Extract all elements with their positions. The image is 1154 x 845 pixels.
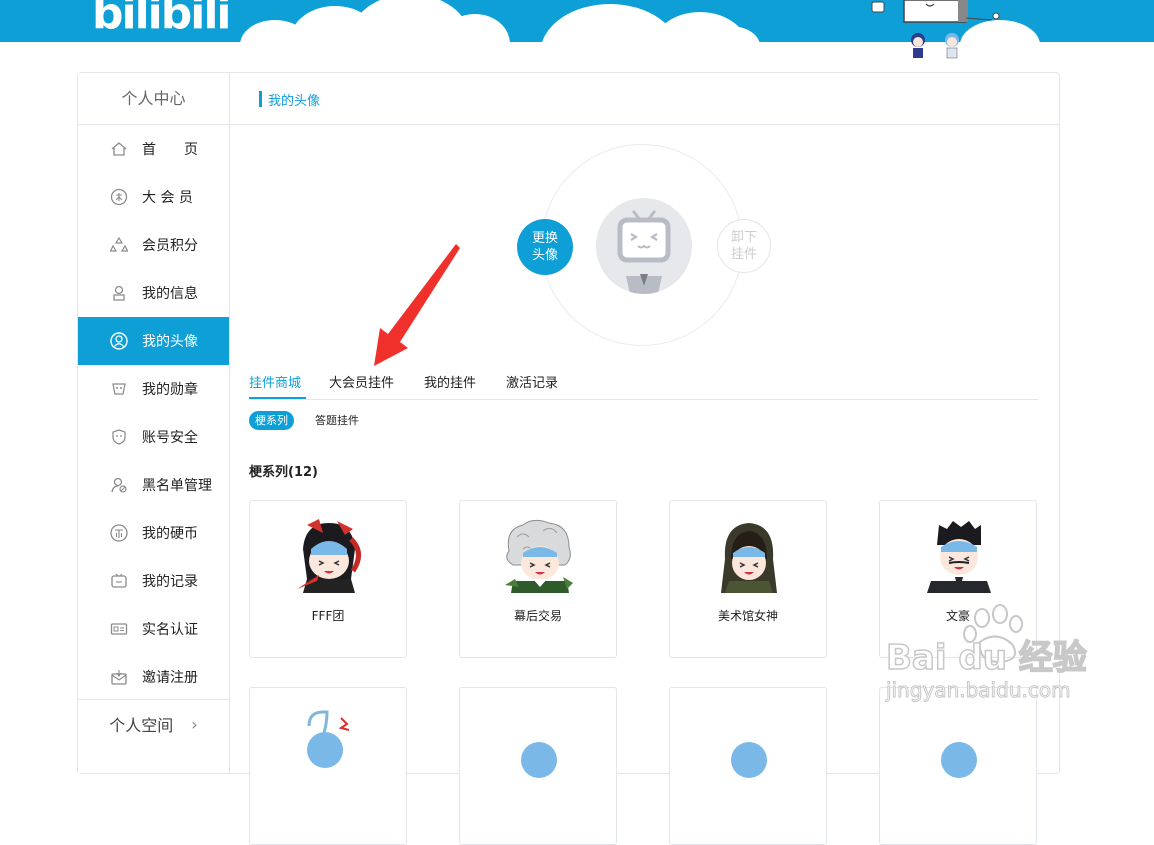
sidebar-item-label: 黑名单管理 bbox=[142, 478, 212, 494]
sidebar-item-vip[interactable]: 大 会 员 bbox=[78, 173, 229, 221]
series-heading: 梗系列(12) bbox=[249, 465, 318, 480]
watermark-text: Bai du 经验 bbox=[885, 637, 1087, 679]
invite-mail-icon bbox=[110, 668, 128, 686]
avatar bbox=[596, 198, 692, 294]
sidebar-item-label: 我的硬币 bbox=[142, 526, 198, 542]
active-tab-underline bbox=[249, 397, 306, 399]
title-accent-bar bbox=[259, 91, 262, 107]
coin-icon bbox=[110, 524, 128, 542]
pendant-name: 美术馆女神 bbox=[717, 609, 778, 623]
sidebar-item-points[interactable]: 会员积分 bbox=[78, 221, 229, 269]
remove-pendant-button[interactable]: 卸下 挂件 bbox=[717, 219, 771, 273]
bilibili-logo[interactable]: bilibili bbox=[92, 0, 231, 39]
sidebar-item-label: 账号安全 bbox=[142, 430, 198, 446]
pendant-card-fff[interactable]: FFF团 bbox=[249, 500, 407, 658]
content-header: 我的头像 bbox=[230, 73, 1059, 125]
sidebar-item-my-info[interactable]: 我的信息 bbox=[78, 269, 229, 317]
sidebar: 个人中心 首 页 大 会 员 会员积分 我的信息 我的头像 我的勋章 账号安全 … bbox=[78, 73, 230, 773]
tab-my-pendants[interactable]: 我的挂件 bbox=[424, 372, 476, 391]
behind-deal-pendant-icon bbox=[505, 519, 573, 593]
sidebar-item-home[interactable]: 首 页 bbox=[78, 125, 229, 173]
sidebar-item-label: 实名认证 bbox=[142, 622, 198, 638]
museum-goddess-pendant-icon bbox=[721, 523, 777, 593]
remove-pendant-label: 卸下 挂件 bbox=[730, 230, 757, 262]
sidebar-item-my-avatar[interactable]: 我的头像 bbox=[78, 317, 229, 365]
sidebar-item-label: 邀请注册 bbox=[142, 670, 198, 686]
pendant-name: 幕后交易 bbox=[513, 609, 562, 623]
personal-space-label: 个人空间 bbox=[109, 716, 174, 735]
sidebar-item-coins[interactable]: 我的硬币 bbox=[78, 509, 229, 557]
sidebar-item-label: 我的勋章 bbox=[142, 382, 198, 398]
medal-icon bbox=[110, 380, 128, 398]
sidebar-item-invite[interactable]: 邀请注册 bbox=[78, 653, 229, 701]
tab-pendant-store[interactable]: 挂件商城 bbox=[249, 372, 301, 391]
id-card-icon bbox=[110, 620, 128, 638]
avatar-icon bbox=[110, 332, 128, 350]
tv-mascot-icon bbox=[871, 0, 1000, 59]
personal-space-link[interactable]: 个人空间 › bbox=[78, 699, 229, 748]
sidebar-item-real-name[interactable]: 实名认证 bbox=[78, 605, 229, 653]
record-tv-icon bbox=[110, 572, 128, 590]
points-icon bbox=[110, 236, 128, 254]
pendant-card-behind-deal[interactable]: 幕后交易 bbox=[459, 500, 617, 658]
pendant-name: FFF团 bbox=[311, 609, 345, 623]
pendant-tabs: 挂件商城 大会员挂件 我的挂件 激活记录 bbox=[249, 371, 1038, 400]
chevron-right-icon: › bbox=[191, 714, 198, 734]
subtab-quiz-pendants[interactable]: 答题挂件 bbox=[309, 411, 365, 430]
sidebar-item-label: 大 会 员 bbox=[142, 190, 193, 206]
sidebar-title: 个人中心 bbox=[78, 73, 229, 125]
pendant-card[interactable] bbox=[669, 687, 827, 845]
shield-icon bbox=[110, 428, 128, 446]
red-annotation-arrow-icon bbox=[374, 244, 460, 366]
pendant-preview-icon bbox=[521, 742, 557, 778]
vip-badge-icon bbox=[110, 188, 128, 206]
home-icon bbox=[110, 140, 128, 158]
sidebar-item-blacklist[interactable]: 黑名单管理 bbox=[78, 461, 229, 509]
sidebar-item-label: 我的记录 bbox=[142, 574, 198, 590]
watermark-url: jingyan.baidu.com bbox=[886, 678, 1072, 703]
pendant-preview-icon bbox=[941, 742, 977, 778]
sidebar-item-medals[interactable]: 我的勋章 bbox=[78, 365, 229, 413]
sidebar-item-label: 首 页 bbox=[142, 142, 198, 158]
sidebar-item-label: 我的头像 bbox=[142, 334, 198, 350]
sidebar-item-records[interactable]: 我的记录 bbox=[78, 557, 229, 605]
tab-activation-records[interactable]: 激活记录 bbox=[506, 372, 558, 391]
blacklist-icon bbox=[110, 476, 128, 494]
subtab-meme-series[interactable]: 梗系列 bbox=[249, 411, 294, 430]
user-info-icon bbox=[110, 284, 128, 302]
page-title: 我的头像 bbox=[268, 94, 321, 109]
pendant-card[interactable] bbox=[459, 687, 617, 845]
baidu-jingyan-watermark: Bai du 经验 jingyan.baidu.com bbox=[882, 600, 1112, 710]
pendant-preview-icon bbox=[307, 710, 350, 768]
sidebar-item-account-security[interactable]: 账号安全 bbox=[78, 413, 229, 461]
fff-tuan-pendant-icon bbox=[297, 519, 361, 593]
pendant-card[interactable] bbox=[249, 687, 407, 845]
literary-master-pendant-icon bbox=[927, 521, 991, 593]
tab-vip-pendants[interactable]: 大会员挂件 bbox=[329, 372, 394, 391]
change-avatar-label: 更换 头像 bbox=[531, 231, 558, 263]
default-tv-avatar-icon bbox=[617, 210, 671, 294]
pendant-preview-icon bbox=[731, 742, 767, 778]
pendant-card-museum-goddess[interactable]: 美术馆女神 bbox=[669, 500, 827, 658]
sidebar-item-label: 我的信息 bbox=[142, 286, 198, 302]
pendant-card[interactable] bbox=[879, 687, 1037, 845]
change-avatar-button[interactable]: 更换 头像 bbox=[517, 219, 573, 275]
sidebar-item-label: 会员积分 bbox=[142, 238, 198, 254]
